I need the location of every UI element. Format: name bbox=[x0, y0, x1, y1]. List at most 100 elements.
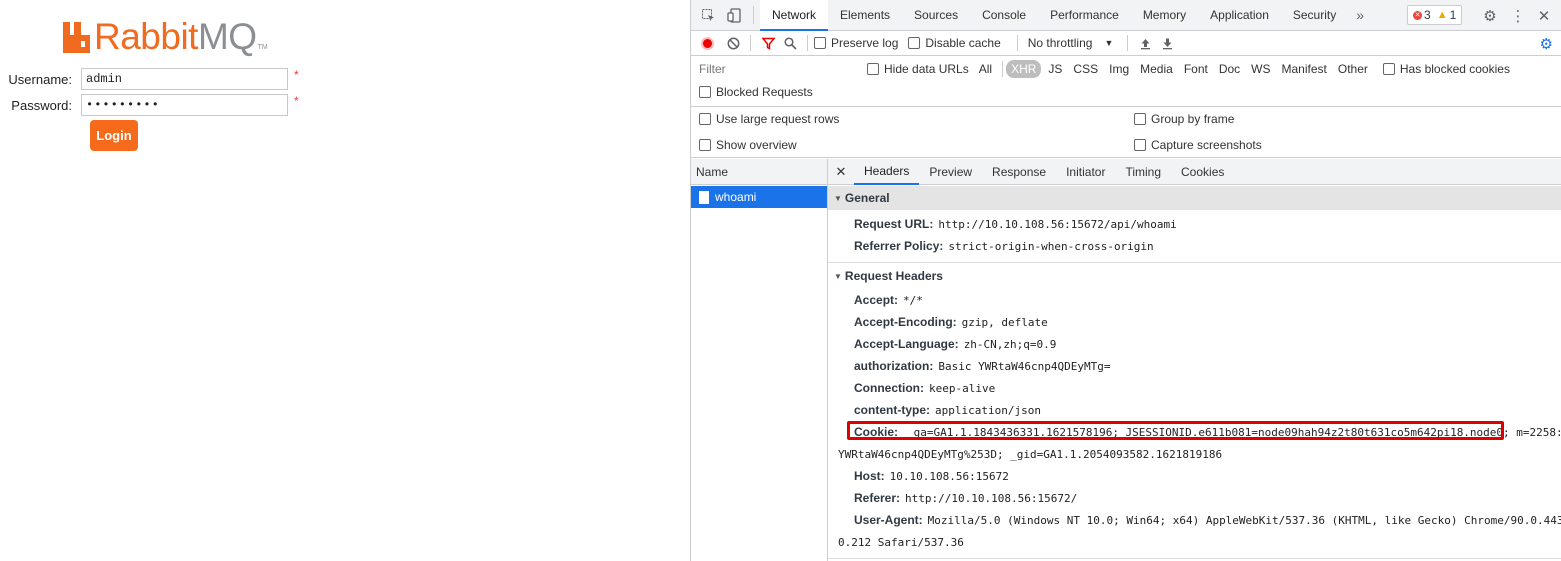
logo-trademark: TM bbox=[257, 44, 268, 51]
tab-headers[interactable]: Headers bbox=[854, 159, 920, 185]
export-har-icon[interactable] bbox=[1156, 37, 1178, 50]
record-button-icon[interactable] bbox=[701, 36, 714, 50]
throttling-value: No throttling bbox=[1027, 36, 1093, 50]
header-host: Host: 10.10.108.56:15672 bbox=[854, 465, 1009, 487]
clear-icon[interactable] bbox=[722, 37, 744, 50]
general-section-header[interactable]: ▼ General bbox=[828, 186, 1561, 210]
header-key: Referrer Policy: bbox=[854, 239, 944, 253]
issues-badge[interactable]: ✕ 3 ▲ 1 bbox=[1407, 5, 1463, 25]
close-detail-icon[interactable]: ✕ bbox=[828, 164, 854, 180]
tab-network[interactable]: Network bbox=[760, 0, 829, 31]
header-key: Accept-Encoding: bbox=[854, 315, 957, 329]
show-overview-checkbox[interactable]: Show overview bbox=[699, 138, 797, 152]
rabbitmq-logo: RabbitMQ TM bbox=[62, 14, 268, 57]
devtools-panel: Network Elements Sources Console Perform… bbox=[690, 0, 1561, 561]
toolbar-separator bbox=[807, 35, 808, 51]
hide-data-urls-checkbox[interactable]: Hide data URLs bbox=[867, 62, 969, 76]
tab-preview[interactable]: Preview bbox=[919, 159, 982, 185]
filter-input[interactable]: Filter bbox=[696, 60, 859, 78]
toolbar-separator bbox=[1127, 35, 1129, 51]
checkbox-box[interactable] bbox=[1134, 113, 1146, 125]
tab-sources[interactable]: Sources bbox=[902, 0, 970, 31]
checkbox-box[interactable] bbox=[814, 37, 826, 49]
header-accept-language: Accept-Language: zh-CN,zh;q=0.9 bbox=[854, 333, 1056, 355]
error-icon: ✕ bbox=[1413, 10, 1422, 20]
document-icon bbox=[699, 190, 709, 204]
inspect-element-icon[interactable] bbox=[695, 0, 721, 31]
network-settings-block: Use large request rows Group by frame Sh… bbox=[691, 106, 1561, 158]
checkbox-box[interactable] bbox=[867, 63, 879, 75]
request-name: whoami bbox=[715, 190, 757, 204]
checkbox-box[interactable] bbox=[699, 139, 711, 151]
disable-cache-checkbox[interactable]: Disable cache bbox=[908, 36, 1001, 50]
filter-separator bbox=[1002, 61, 1004, 77]
filter-type-js[interactable]: JS bbox=[1044, 60, 1066, 78]
tab-application[interactable]: Application bbox=[1198, 0, 1281, 31]
checkbox-box[interactable] bbox=[699, 86, 711, 98]
filter-type-css[interactable]: CSS bbox=[1069, 60, 1102, 78]
username-label: Username: bbox=[8, 71, 72, 87]
show-overview-label: Show overview bbox=[716, 138, 797, 152]
header-key: Accept-Language: bbox=[854, 337, 959, 351]
close-devtools-icon[interactable]: ✕ bbox=[1531, 0, 1557, 31]
group-by-frame-checkbox[interactable]: Group by frame bbox=[1134, 112, 1234, 126]
filter-type-font[interactable]: Font bbox=[1180, 60, 1212, 78]
tab-timing[interactable]: Timing bbox=[1115, 159, 1171, 185]
use-large-rows-checkbox[interactable]: Use large request rows bbox=[699, 112, 839, 126]
import-har-icon[interactable] bbox=[1134, 37, 1156, 50]
device-toolbar-icon[interactable] bbox=[721, 0, 747, 31]
checkbox-box[interactable] bbox=[908, 37, 921, 49]
filter-type-xhr[interactable]: XHR bbox=[1006, 60, 1042, 78]
filter-type-img[interactable]: Img bbox=[1105, 60, 1133, 78]
name-column-header[interactable]: Name bbox=[691, 159, 827, 185]
filter-type-manifest[interactable]: Manifest bbox=[1278, 60, 1331, 78]
capture-screenshots-checkbox[interactable]: Capture screenshots bbox=[1134, 138, 1262, 152]
tab-memory[interactable]: Memory bbox=[1131, 0, 1198, 31]
search-icon[interactable] bbox=[779, 36, 801, 50]
hide-data-urls-label: Hide data URLs bbox=[884, 62, 969, 76]
header-accept: Accept: */* bbox=[854, 289, 923, 311]
use-large-rows-label: Use large request rows bbox=[716, 112, 840, 126]
checkbox-box[interactable] bbox=[699, 113, 711, 125]
checkbox-box[interactable] bbox=[1134, 139, 1146, 151]
password-row: Password: ••••••••• * bbox=[0, 94, 299, 116]
tab-elements[interactable]: Elements bbox=[828, 0, 902, 31]
has-blocked-cookies-checkbox[interactable]: Has blocked cookies bbox=[1382, 62, 1510, 76]
more-tabs-chevron-icon[interactable]: » bbox=[1348, 7, 1372, 23]
rabbitmq-logo-icon bbox=[63, 22, 90, 53]
filter-type-doc[interactable]: Doc bbox=[1215, 60, 1244, 78]
preserve-log-checkbox[interactable]: Preserve log bbox=[814, 36, 898, 50]
toolbar-separator bbox=[750, 35, 751, 51]
settings-gear-icon[interactable]: ⚙ bbox=[1477, 0, 1503, 31]
toolbar-separator bbox=[1016, 35, 1018, 51]
tab-performance[interactable]: Performance bbox=[1038, 0, 1131, 31]
password-input[interactable]: ••••••••• bbox=[81, 94, 288, 116]
username-input[interactable]: admin bbox=[81, 68, 288, 90]
tab-security[interactable]: Security bbox=[1281, 0, 1348, 31]
header-value: */* bbox=[903, 293, 923, 307]
kebab-menu-icon[interactable]: ⋮ bbox=[1505, 0, 1531, 31]
blocked-requests-label: Blocked Requests bbox=[716, 85, 813, 99]
logo-wordmark: RabbitMQ bbox=[94, 16, 257, 57]
general-title: General bbox=[844, 191, 890, 205]
header-key: User-Agent: bbox=[854, 513, 923, 527]
throttling-dropdown[interactable]: No throttling ▼ bbox=[1028, 36, 1114, 50]
request-headers-section-header[interactable]: ▼ Request Headers bbox=[828, 264, 943, 288]
blocked-requests-checkbox[interactable]: Blocked Requests bbox=[699, 85, 813, 99]
filter-type-ws[interactable]: WS bbox=[1247, 60, 1274, 78]
tab-response[interactable]: Response bbox=[982, 159, 1056, 185]
filter-type-media[interactable]: Media bbox=[1136, 60, 1177, 78]
tab-console[interactable]: Console bbox=[970, 0, 1038, 31]
network-settings-gear-icon[interactable]: ⚙ bbox=[1540, 35, 1553, 53]
request-row-whoami[interactable]: whoami bbox=[691, 186, 827, 208]
username-row: Username: admin * bbox=[0, 68, 299, 90]
header-authorization: authorization: Basic YWRtaW46cnp4QDEyMTg… bbox=[854, 355, 1111, 377]
checkbox-box[interactable] bbox=[1382, 63, 1395, 75]
filter-funnel-icon[interactable] bbox=[757, 37, 779, 50]
tab-initiator[interactable]: Initiator bbox=[1056, 159, 1115, 185]
login-button[interactable]: Login bbox=[90, 120, 138, 151]
filter-type-other[interactable]: Other bbox=[1334, 60, 1372, 78]
filter-type-all[interactable]: All bbox=[975, 60, 996, 78]
header-value: application/json bbox=[935, 403, 1041, 417]
tab-cookies[interactable]: Cookies bbox=[1171, 159, 1234, 185]
